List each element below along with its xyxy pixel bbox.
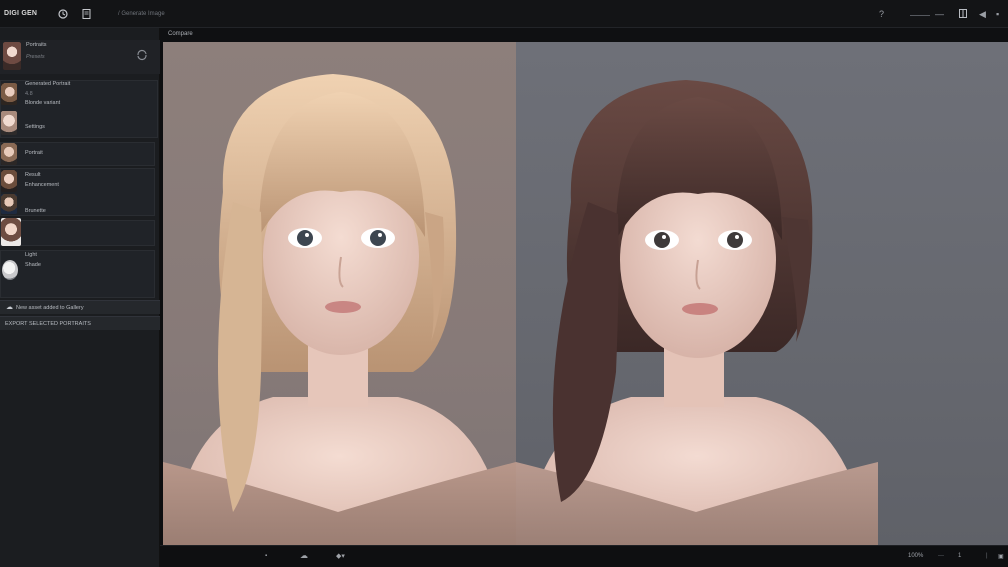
image-panel-right[interactable] [516,42,1008,545]
list-group [0,250,155,298]
list-group [0,220,155,246]
portrait-thumbnail[interactable] [1,143,17,165]
page-number[interactable]: 1 [958,553,961,559]
export-button[interactable]: EXPORT SELECTED PORTRAITS [5,321,91,327]
notification-text: New asset added to Gallery [16,305,84,311]
zoom-slider[interactable] [910,15,930,16]
canvas-header [160,28,1008,42]
list-item-sub: Blonde variant [25,100,61,106]
sidebar: Portraits Presets Generated Portrait 4.8… [0,28,160,567]
portrait-thumbnail[interactable] [1,111,17,135]
list-item-label[interactable]: Portrait [25,150,43,156]
image-canvas[interactable] [163,42,1008,545]
cloud-icon: ☁ [6,304,13,311]
portrait-thumbnail[interactable] [1,170,17,192]
list-group [0,168,155,216]
sidebar-header-subtitle: Presets [26,54,45,60]
list-item-label[interactable]: Light [25,252,37,258]
list-group [0,80,158,138]
separator: — [938,553,944,559]
portrait-thumbnail[interactable] [2,260,18,280]
list-item-meta: 4.8 [25,91,33,97]
export-bar[interactable]: EXPORT SELECTED PORTRAITS [0,316,160,330]
notification-bar[interactable]: ☁ New asset added to Gallery [0,300,160,314]
help-icon[interactable]: ? [879,9,884,19]
portrait-image-brunette [516,80,878,545]
list-item-label[interactable]: Generated Portrait [25,81,70,87]
image-panel-left[interactable] [163,42,516,545]
fullscreen-icon[interactable]: ▣ [998,553,1004,560]
list-item-label[interactable]: Settings [25,124,45,130]
portrait-image-blonde [163,74,516,545]
cloud-icon[interactable]: ☁ [300,551,308,560]
list-group [0,142,155,166]
bottom-toolbar: ▪ ☁ ◆▾ 100% — 1 | ▣ [160,545,1008,567]
settings-dropdown-icon[interactable]: ◆▾ [336,552,345,560]
portrait-thumbnail[interactable] [1,194,17,214]
list-item-label[interactable]: Shade [25,262,41,268]
minimize-icon[interactable]: — [935,9,944,19]
app-title: DIGI GEN [4,10,38,17]
list-item-label[interactable]: Brunette [25,208,46,214]
refresh-icon[interactable] [136,49,148,61]
divider: | [986,553,988,559]
portrait-thumbnail[interactable] [1,218,21,246]
layout-icon[interactable] [959,9,967,20]
document-icon[interactable] [80,8,92,20]
more-icon[interactable]: ▪ [996,9,999,19]
zoom-level[interactable]: 100% [908,553,923,559]
hand-tool-icon[interactable]: ▪ [265,553,267,559]
sidebar-header-title: Portraits [26,42,47,48]
portrait-thumbnail[interactable] [1,83,17,105]
canvas-title: Compare [168,31,193,37]
sidebar-header[interactable]: Portraits Presets [0,40,160,74]
top-toolbar: DIGI GEN / Generate Image ? — ◀ ▪ [0,0,1008,28]
breadcrumb[interactable]: / Generate Image [118,11,165,17]
list-item-label[interactable]: Result [25,172,41,178]
list-item-label[interactable]: Enhancement [25,182,59,188]
history-icon[interactable] [57,8,69,20]
avatar [3,42,21,70]
back-icon[interactable]: ◀ [979,9,986,20]
